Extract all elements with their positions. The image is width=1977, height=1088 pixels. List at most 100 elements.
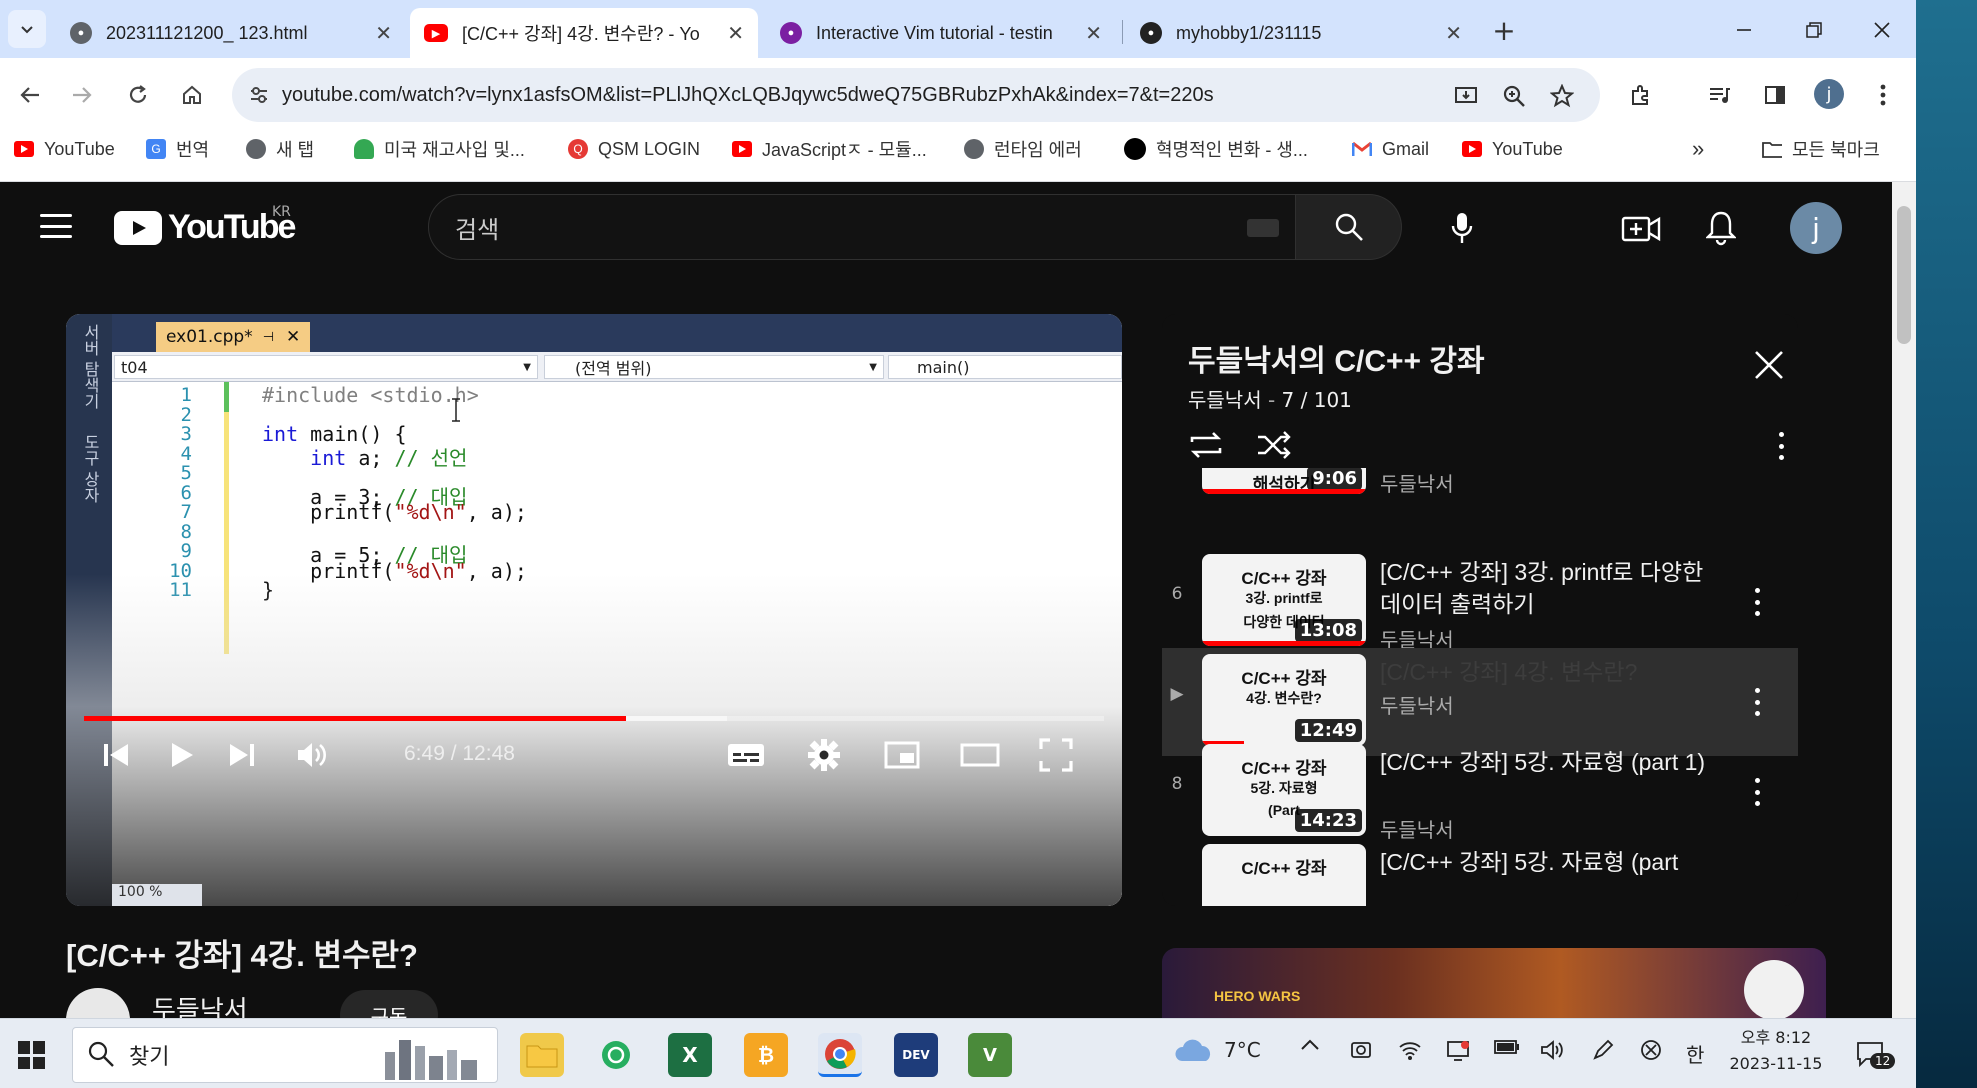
new-tab-button[interactable]: + <box>1486 12 1522 48</box>
tab-local-html[interactable]: ● 202311121200_ 123.html ✕ <box>56 8 406 58</box>
bookmark-qsm-login[interactable]: Q QSM LOGIN <box>568 132 700 166</box>
mute-button[interactable] <box>290 734 334 776</box>
close-icon[interactable] <box>1754 350 1784 380</box>
restore-button[interactable] <box>1794 10 1834 50</box>
site-settings-icon[interactable] <box>248 84 270 106</box>
close-icon[interactable]: ✕ <box>727 21 744 46</box>
search-button[interactable] <box>1296 194 1402 260</box>
bookmark-translate[interactable]: G 번역 <box>146 132 209 166</box>
bookmark-new-tab[interactable]: 새 탭 <box>246 132 314 166</box>
channel-name[interactable]: 두들낙서 <box>152 990 248 1018</box>
battery-icon[interactable] <box>1494 1039 1520 1055</box>
install-app-icon[interactable] <box>1452 82 1480 110</box>
fullscreen-button[interactable] <box>1032 734 1080 776</box>
minimize-button[interactable] <box>1724 10 1764 50</box>
tab-github[interactable]: ● myhobby1/231115 ✕ <box>1126 8 1476 58</box>
subscribe-button[interactable]: 구독 <box>340 990 438 1018</box>
chrome-icon[interactable] <box>818 1033 862 1077</box>
miniplayer-button[interactable] <box>878 734 926 776</box>
voice-search-button[interactable] <box>1440 206 1484 250</box>
side-panel-icon[interactable] <box>1758 78 1792 112</box>
camera-icon[interactable] <box>1350 1039 1372 1061</box>
blocked-icon[interactable] <box>1640 1039 1662 1061</box>
playlist-item-thumbnail[interactable]: C/C++ 강좌 <box>1202 844 1366 906</box>
extensions-icon[interactable] <box>1624 78 1658 112</box>
monitor-icon[interactable] <box>1446 1039 1470 1061</box>
next-button[interactable] <box>220 734 264 776</box>
playlist-item-thumbnail[interactable]: C/C++ 강좌 3강. printf로 다양한 데이터 13:08 <box>1202 554 1366 646</box>
keyboard-icon[interactable] <box>1247 219 1279 237</box>
wifi-icon[interactable] <box>1398 1039 1422 1061</box>
all-bookmarks-folder[interactable]: 모든 북마크 <box>1762 132 1880 166</box>
previous-button[interactable] <box>94 734 138 776</box>
menu-kebab-icon[interactable] <box>1866 78 1900 112</box>
zoom-icon[interactable] <box>1500 82 1528 110</box>
shuffle-icon[interactable] <box>1256 430 1292 460</box>
progress-bar[interactable] <box>84 716 1104 721</box>
bookmark-revolution[interactable]: 혁명적인 변화 - 생... <box>1124 132 1308 166</box>
play-button[interactable] <box>160 734 204 776</box>
clock[interactable]: 오후 8:12 2023-11-15 <box>1728 1025 1824 1077</box>
tab-vim-tutorial[interactable]: ● Interactive Vim tutorial - testin ✕ <box>766 8 1116 58</box>
close-icon[interactable]: ✕ <box>1445 21 1462 46</box>
close-icon[interactable]: ✕ <box>1085 21 1102 46</box>
playlist-item[interactable]: 해석하기 9:06 두들낙서 <box>1162 468 1798 498</box>
account-avatar[interactable]: j <box>1790 202 1842 254</box>
playlist-item[interactable]: 6 C/C++ 강좌 3강. printf로 다양한 데이터 13:08 [C/C++ 강… <box>1162 548 1798 656</box>
item-menu-kebab-icon[interactable] <box>1754 778 1760 806</box>
ad-banner[interactable]: HERO WARS <box>1162 948 1826 1018</box>
bookmark-youtube[interactable]: YouTube <box>14 132 115 166</box>
bookmark-us-stock[interactable]: 미국 재고사입 및... <box>354 132 525 166</box>
bookmark-runtime-error[interactable]: 런타임 에러 <box>964 132 1082 166</box>
playlist-item-thumbnail[interactable]: C/C++ 강좌 4강. 변수란? 12:49 <box>1202 654 1366 746</box>
pen-icon[interactable] <box>1592 1039 1616 1061</box>
playlist-item-thumbnail[interactable]: 해석하기 9:06 <box>1202 468 1366 494</box>
settings-button[interactable] <box>800 734 848 776</box>
scrollbar-thumb[interactable] <box>1897 206 1911 344</box>
home-button[interactable] <box>172 75 212 115</box>
item-menu-kebab-icon[interactable] <box>1754 588 1760 616</box>
create-button[interactable] <box>1618 208 1664 248</box>
playlist-item[interactable]: C/C++ 강좌 [C/C++ 강좌] 5강. 자료형 (part <box>1162 838 1798 906</box>
playlist-item-thumbnail[interactable]: C/C++ 강좌 5강. 자료형 (Part 14:23 <box>1202 744 1366 836</box>
windows-start-icon[interactable] <box>18 1041 46 1069</box>
loop-icon[interactable] <box>1188 430 1224 460</box>
playlist-item[interactable]: 8 C/C++ 강좌 5강. 자료형 (Part 14:23 [C/C++ 강좌] 5강.… <box>1162 738 1798 846</box>
guide-menu-icon[interactable] <box>40 214 72 238</box>
forward-button[interactable] <box>62 75 102 115</box>
playlist-menu-kebab-icon[interactable] <box>1778 432 1784 460</box>
bookmark-javascript[interactable]: JavaScriptㅈ - 모듈... <box>732 132 927 166</box>
playlist-owner[interactable]: 두들낙서 <box>1188 388 1262 412</box>
playlist-title[interactable]: 두들낙서의 C/C++ 강좌 <box>1188 336 1485 380</box>
tab-youtube-active[interactable]: ▶ [C/C++ 강좌] 4강. 변수란? - Yo ✕ <box>410 8 758 58</box>
excel-icon[interactable]: X <box>668 1033 712 1077</box>
more-bookmarks-button[interactable]: » <box>1692 132 1704 166</box>
address-bar[interactable]: youtube.com/watch?v=lynx1asfsOM&list=PLl… <box>232 68 1600 122</box>
channel-avatar[interactable] <box>66 988 130 1018</box>
theater-mode-button[interactable] <box>956 734 1004 776</box>
weather-widget[interactable]: 7°C <box>1174 1037 1261 1063</box>
page-scrollbar[interactable] <box>1892 182 1916 1018</box>
search-input[interactable]: 검색 <box>428 194 1296 260</box>
profile-avatar[interactable]: j <box>1814 79 1844 109</box>
notification-center-icon[interactable]: 12 <box>1856 1041 1896 1071</box>
close-icon[interactable]: ✕ <box>375 21 392 46</box>
youtube-logo[interactable]: YouTube KR <box>114 204 296 247</box>
tab-search-button[interactable] <box>8 10 46 48</box>
item-menu-kebab-icon[interactable] <box>1754 688 1760 716</box>
file-explorer-icon[interactable] <box>520 1033 564 1077</box>
volume-icon[interactable] <box>1540 1039 1566 1061</box>
media-control-icon[interactable] <box>1702 78 1736 112</box>
taskbar-search-input[interactable]: 찾기 <box>72 1027 498 1083</box>
chevron-up-icon[interactable] <box>1300 1039 1320 1051</box>
bookmark-star-icon[interactable] <box>1548 82 1576 110</box>
bookmark-youtube-2[interactable]: YouTube <box>1462 132 1563 166</box>
ime-indicator[interactable]: 한 <box>1686 1039 1704 1068</box>
video-player[interactable]: 서버 탐색기 도구 상자 ex01.cpp* ⊣ ✕ t04 ▼ (전역 범위)… <box>66 314 1122 906</box>
subtitles-button[interactable] <box>722 734 770 776</box>
chatgpt-icon[interactable] <box>594 1033 638 1077</box>
close-window-button[interactable] <box>1862 10 1902 50</box>
back-button[interactable] <box>10 75 50 115</box>
reload-button[interactable] <box>118 75 158 115</box>
notifications-button[interactable] <box>1700 206 1742 250</box>
